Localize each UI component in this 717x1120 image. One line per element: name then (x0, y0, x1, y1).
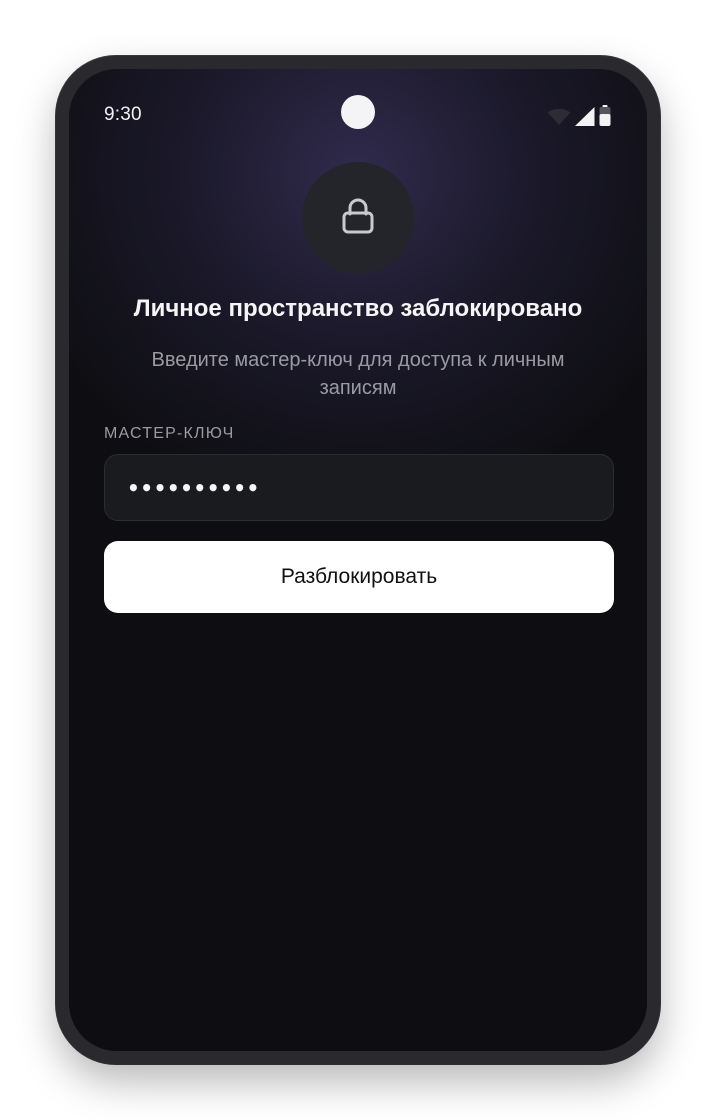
page-subtitle: Введите мастер-ключ для доступа к личным… (151, 349, 565, 399)
master-key-input[interactable]: •••••••••• (104, 454, 614, 521)
front-camera (341, 95, 375, 129)
screen: 9:30 Личное пространство заблокировано В… (69, 69, 647, 1051)
lock-icon (341, 197, 375, 240)
page-title: Личное пространство заблокировано (133, 295, 583, 322)
master-key-label: МАСТЕР-КЛЮЧ (104, 425, 235, 442)
status-bar: 9:30 (69, 69, 647, 161)
battery-icon (599, 105, 611, 131)
cellular-signal-icon (575, 107, 595, 131)
status-icons (547, 105, 611, 131)
master-key-value: •••••••••• (127, 475, 260, 500)
wifi-icon (547, 108, 571, 131)
phone-frame: 9:30 Личное пространство заблокировано В… (56, 56, 660, 1064)
unlock-button[interactable]: Разблокировать (104, 541, 614, 613)
status-time: 9:30 (104, 104, 142, 125)
lock-badge (302, 162, 414, 274)
